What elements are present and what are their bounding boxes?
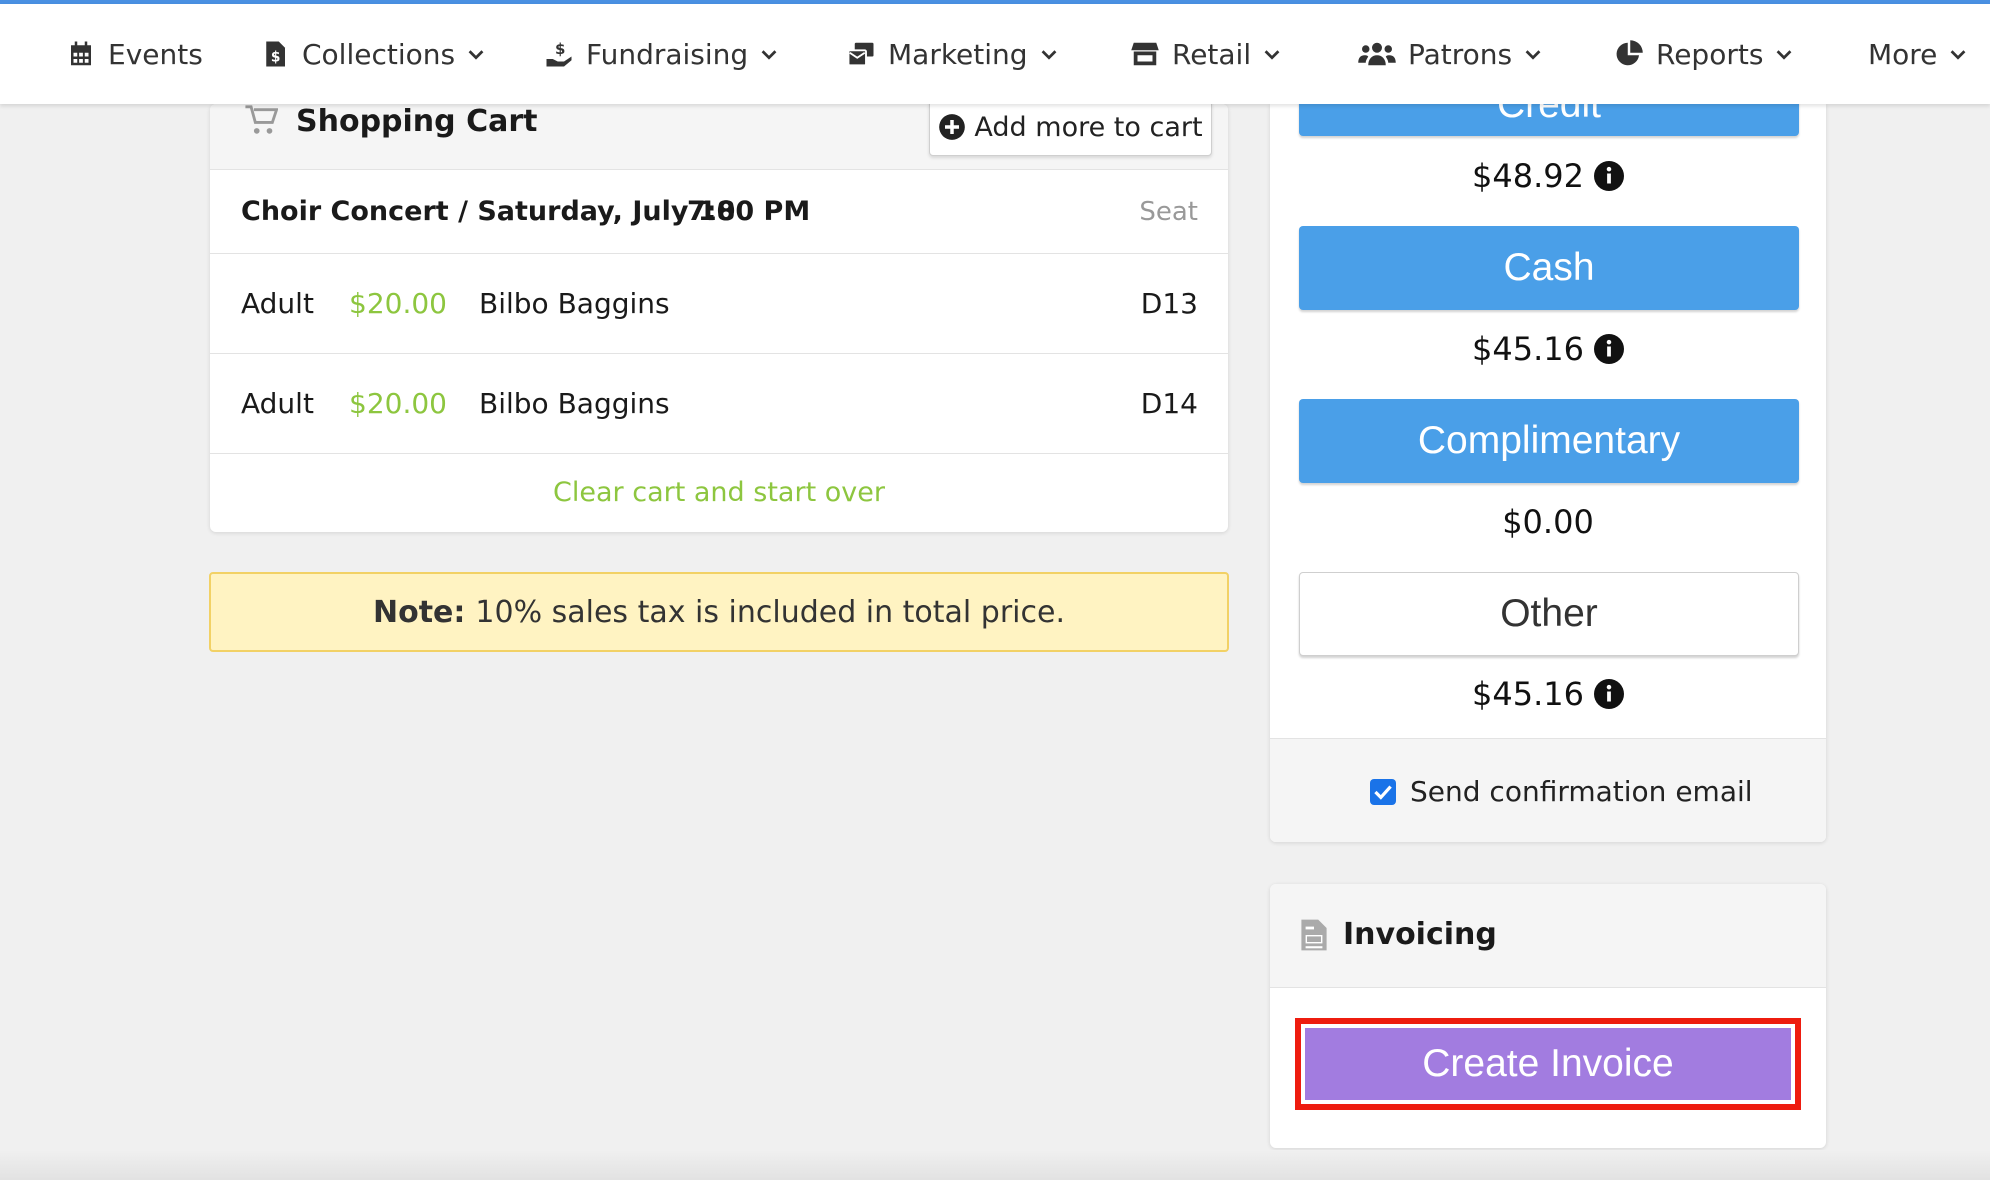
- credit-button[interactable]: Credit: [1299, 104, 1799, 136]
- cart-header: Shopping Cart Add more to cart: [210, 104, 1228, 170]
- credit-amount: $48.92: [1270, 156, 1826, 196]
- nav-more-label: More: [1868, 37, 1938, 71]
- table-row: Adult $20.00 Bilbo Baggins D13: [210, 254, 1228, 354]
- event-time: 7:00 PM: [687, 196, 811, 227]
- chevron-down-icon: [1264, 50, 1280, 60]
- cart-title: Shopping Cart: [296, 104, 538, 139]
- ticket-type: Adult: [241, 387, 314, 420]
- nav-collections[interactable]: $ Collections: [260, 4, 487, 104]
- donate-hand-icon: $: [546, 40, 572, 67]
- clear-cart-link[interactable]: Clear cart and start over: [210, 454, 1228, 532]
- nav-marketing-label: Marketing: [888, 37, 1028, 71]
- check-icon: [1374, 785, 1392, 800]
- ticket-patron: Bilbo Baggins: [479, 287, 670, 320]
- chevron-down-icon: [1525, 50, 1541, 60]
- svg-text:$: $: [271, 50, 281, 66]
- nav-collections-label: Collections: [302, 37, 456, 71]
- nav-patrons[interactable]: Patrons: [1358, 4, 1544, 104]
- nav-retail-label: Retail: [1172, 37, 1252, 71]
- ticket-seat: D14: [1140, 387, 1198, 420]
- invoice-file-icon: [1301, 919, 1327, 951]
- calendar-icon: [71, 41, 91, 66]
- pie-chart-icon: [1616, 40, 1643, 66]
- payment-methods-panel: Credit $48.92 Cash $45.16 Complimentary …: [1270, 104, 1826, 842]
- ticket-price: $20.00: [349, 387, 447, 420]
- chevron-down-icon: [761, 50, 777, 60]
- other-button[interactable]: Other: [1299, 572, 1799, 656]
- add-more-to-cart-button[interactable]: Add more to cart: [929, 104, 1212, 156]
- cash-amount-value: $45.16: [1472, 330, 1584, 368]
- nav-fundraising-label: Fundraising: [586, 37, 749, 71]
- nav-more[interactable]: More: [1868, 4, 1969, 104]
- dollar-file-icon: $: [266, 41, 285, 67]
- info-icon[interactable]: [1593, 161, 1624, 191]
- event-title: Choir Concert / Saturday, July 18: [241, 196, 736, 227]
- confirmation-email-row: Send confirmation email: [1270, 738, 1826, 842]
- complimentary-button[interactable]: Complimentary: [1299, 399, 1799, 483]
- table-row: Adult $20.00 Bilbo Baggins D14: [210, 354, 1228, 454]
- nav-reports[interactable]: Reports: [1614, 4, 1795, 104]
- shopping-cart-icon: [245, 105, 278, 134]
- mail-bulk-icon: [847, 42, 874, 67]
- info-icon[interactable]: [1593, 679, 1624, 709]
- chevron-down-icon: [468, 50, 484, 60]
- ticket-seat: D13: [1140, 287, 1198, 320]
- ticket-patron: Bilbo Baggins: [479, 387, 670, 420]
- users-icon: [1358, 42, 1396, 66]
- confirmation-email-label[interactable]: Send confirmation email: [1410, 771, 1753, 813]
- nav-fundraising[interactable]: $ Fundraising: [544, 4, 780, 104]
- note-label: Note:: [372, 594, 466, 630]
- cash-amount: $45.16: [1270, 329, 1826, 369]
- chevron-down-icon: [1777, 50, 1792, 60]
- ticket-price: $20.00: [349, 287, 447, 320]
- nav-marketing[interactable]: Marketing: [846, 4, 1060, 104]
- nav-events[interactable]: Events: [66, 4, 203, 104]
- ticket-type: Adult: [241, 287, 314, 320]
- store-icon: [1131, 42, 1159, 66]
- bottom-shade: [0, 1150, 1990, 1180]
- invoicing-panel: Invoicing Create Invoice: [1270, 884, 1826, 1148]
- create-invoice-button[interactable]: Create Invoice: [1305, 1028, 1791, 1100]
- event-row: Choir Concert / Saturday, July 18 7:00 P…: [210, 170, 1228, 254]
- seat-column-header: Seat: [1139, 197, 1198, 227]
- cash-button[interactable]: Cash: [1299, 226, 1799, 310]
- chevron-down-icon: [1951, 50, 1966, 60]
- main-nav: Events $ Collections $ Fundraising Marke…: [0, 4, 1990, 104]
- nav-reports-label: Reports: [1656, 37, 1764, 71]
- shopping-cart-panel: Shopping Cart Add more to cart Choir Con…: [210, 104, 1228, 532]
- svg-text:$: $: [555, 40, 565, 58]
- sales-tax-note: Note: 10% sales tax is included in total…: [209, 572, 1229, 652]
- other-amount: $45.16: [1270, 674, 1826, 714]
- credit-amount-value: $48.92: [1472, 157, 1584, 195]
- invoicing-title: Invoicing: [1343, 917, 1497, 952]
- invoicing-header: Invoicing: [1270, 884, 1826, 988]
- confirmation-email-checkbox[interactable]: [1370, 779, 1396, 805]
- other-amount-value: $45.16: [1472, 675, 1584, 713]
- nav-events-label: Events: [108, 37, 203, 71]
- nav-retail[interactable]: Retail: [1130, 4, 1283, 104]
- chevron-down-icon: [1041, 50, 1056, 60]
- info-icon[interactable]: [1593, 334, 1624, 364]
- add-more-label: Add more to cart: [974, 111, 1203, 143]
- nav-patrons-label: Patrons: [1408, 37, 1513, 71]
- note-text: 10% sales tax is included in total price…: [475, 594, 1066, 630]
- complimentary-amount: $0.00: [1270, 502, 1826, 542]
- plus-circle-icon: [939, 114, 966, 140]
- complimentary-amount-value: $0.00: [1502, 503, 1594, 541]
